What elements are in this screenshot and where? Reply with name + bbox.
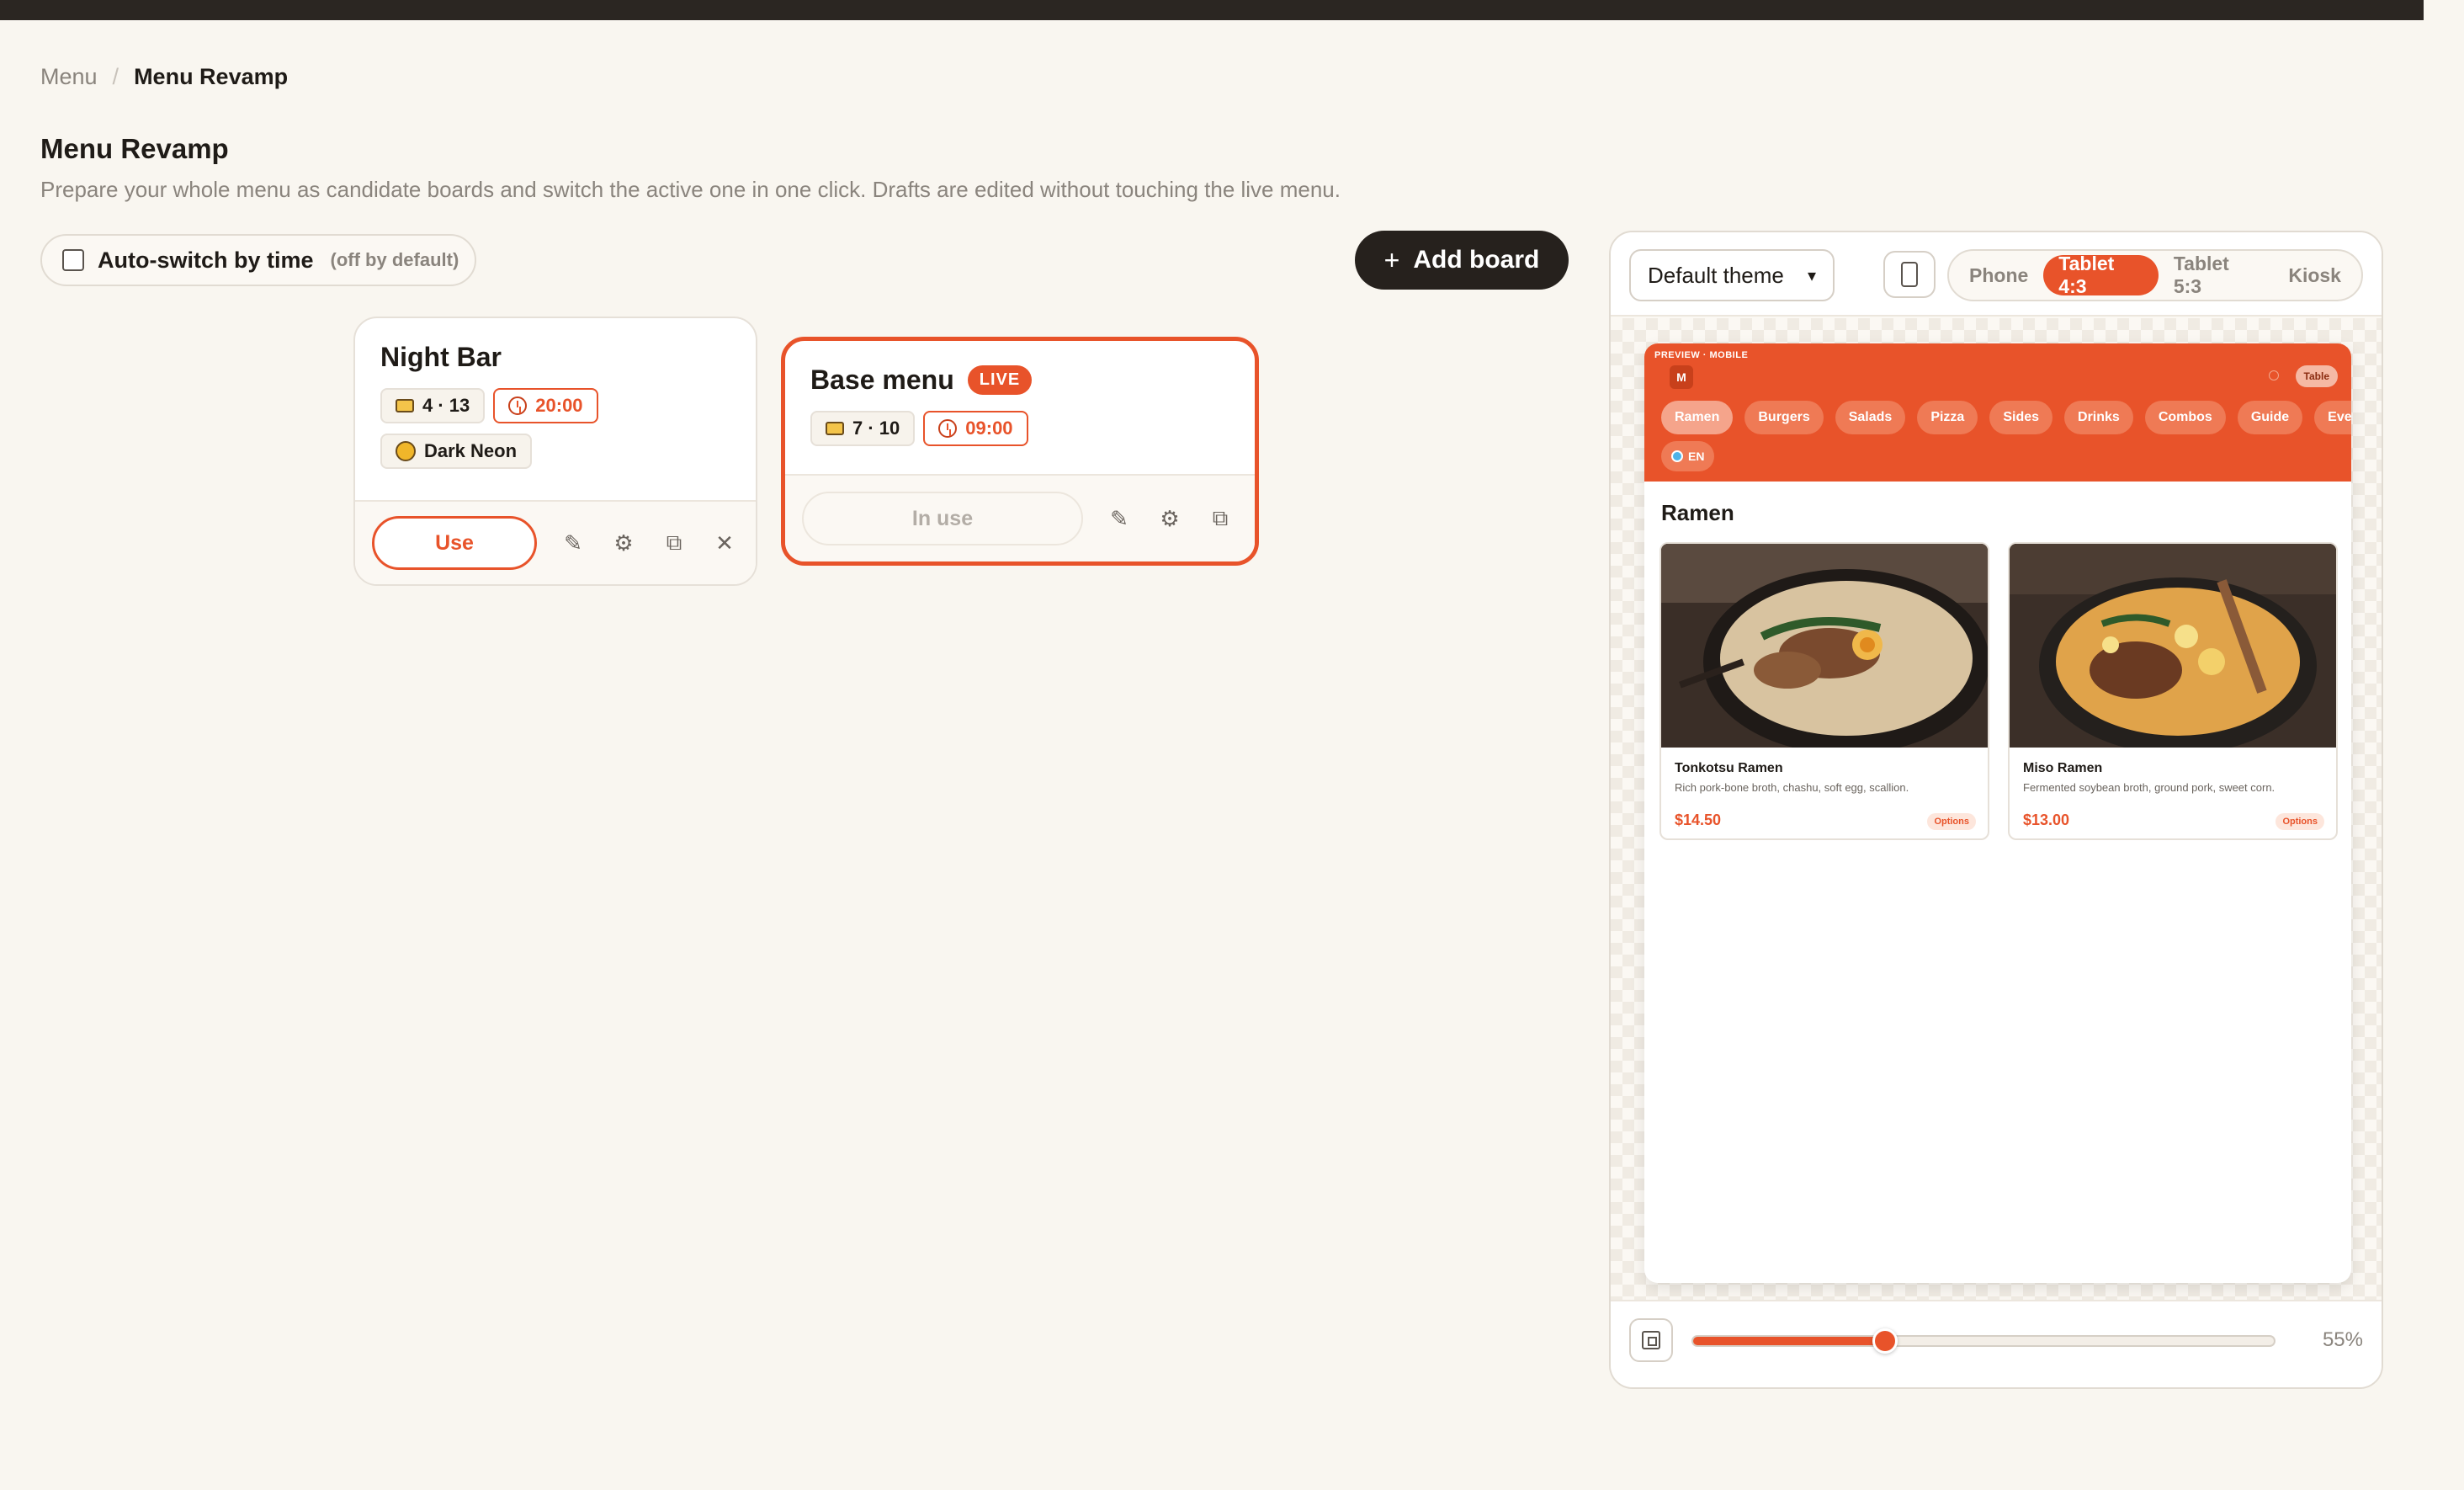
add-board-label: Add board bbox=[1413, 246, 1540, 274]
table-badge[interactable]: Table bbox=[2295, 365, 2338, 387]
section-title: Ramen bbox=[1661, 500, 1734, 525]
folder-icon bbox=[826, 422, 844, 435]
globe-icon bbox=[1671, 450, 1683, 462]
board-time-chip[interactable]: 09:00 bbox=[923, 411, 1028, 446]
dish-photo bbox=[2010, 544, 2336, 748]
breadcrumb: Menu / Menu Revamp bbox=[40, 64, 288, 90]
device-segmented-control: Phone Tablet 4:3 Tablet 5:3 Kiosk bbox=[1947, 249, 2363, 301]
dish-name: Tonkotsu Ramen bbox=[1675, 761, 1783, 775]
options-badge[interactable]: Options bbox=[2275, 813, 2324, 830]
category-tabs: Ramen Burgers Salads Pizza Sides Drinks … bbox=[1661, 401, 2351, 434]
status-dot-icon bbox=[2269, 370, 2279, 380]
fit-to-screen-button[interactable] bbox=[1629, 1318, 1673, 1362]
zoom-slider-fill bbox=[1693, 1337, 1885, 1345]
preview-canvas: PREVIEW · MOBILE M Table Ramen Burgers S… bbox=[1611, 318, 2382, 1301]
rotate-device-button[interactable] bbox=[1883, 251, 1936, 298]
edit-icon[interactable]: ✎ bbox=[559, 529, 587, 557]
board-time: 09:00 bbox=[965, 418, 1013, 439]
theme-select-value: Default theme bbox=[1648, 262, 1784, 288]
close-icon[interactable]: ✕ bbox=[710, 529, 739, 557]
board-time: 20:00 bbox=[535, 395, 583, 416]
board-range: 7 · 10 bbox=[852, 418, 900, 439]
category-tab-drinks[interactable]: Drinks bbox=[2064, 401, 2133, 434]
dish-card[interactable]: Tonkotsu Ramen Rich pork-bone broth, cha… bbox=[1659, 542, 1989, 840]
zoom-slider-thumb[interactable] bbox=[1872, 1328, 1898, 1354]
auto-switch-toggle[interactable]: Auto-switch by time (off by default) bbox=[40, 234, 476, 286]
category-tab-ramen[interactable]: Ramen bbox=[1661, 401, 1734, 434]
device-tab-tablet-4-3[interactable]: Tablet 4:3 bbox=[2043, 253, 2159, 297]
board-card-night-bar[interactable]: Night Bar 4 · 13 20:00 Dark Neon Use ✎ ⚙… bbox=[353, 317, 757, 586]
board-name-row: Base menu LIVE bbox=[810, 365, 1229, 396]
auto-switch-hint: (off by default) bbox=[330, 249, 459, 270]
dish-photo bbox=[1661, 544, 1988, 748]
category-tab-events[interactable]: Events bbox=[2314, 401, 2351, 434]
duplicate-icon[interactable]: ⧉ bbox=[660, 529, 688, 557]
clock-icon bbox=[938, 419, 958, 438]
board-range-chip: 4 · 13 bbox=[380, 388, 486, 423]
clock-icon bbox=[508, 396, 528, 415]
page-subtitle: Prepare your whole menu as candidate boa… bbox=[40, 177, 1341, 202]
use-board-button[interactable]: Use bbox=[372, 516, 537, 570]
board-name: Night Bar bbox=[380, 342, 502, 372]
language-label: EN bbox=[1688, 450, 1705, 463]
page-title: Menu Revamp bbox=[40, 133, 229, 164]
preview-footer: 55% bbox=[1611, 1300, 2382, 1387]
board-theme: Dark Neon bbox=[424, 440, 518, 461]
board-range: 4 · 13 bbox=[422, 395, 470, 416]
theme-select[interactable]: Default theme ▾ bbox=[1629, 249, 1835, 301]
dish-description: Fermented soybean broth, ground pork, sw… bbox=[2023, 781, 2275, 794]
board-range-chip: 7 · 10 bbox=[810, 411, 916, 446]
preview-panel: Default theme ▾ Phone Tablet 4:3 Tablet … bbox=[1609, 231, 2383, 1389]
chevron-down-icon: ▾ bbox=[1807, 266, 1816, 285]
board-time-chip[interactable]: 20:00 bbox=[493, 388, 598, 423]
category-tab-salads[interactable]: Salads bbox=[1835, 401, 1906, 434]
category-tab-sides[interactable]: Sides bbox=[1989, 401, 2053, 434]
device-icon bbox=[1901, 262, 1918, 287]
preview-eyebrow: PREVIEW · MOBILE bbox=[1654, 350, 1749, 360]
breadcrumb-current: Menu Revamp bbox=[134, 64, 289, 89]
options-badge[interactable]: Options bbox=[1927, 813, 1976, 830]
preview-toolbar: Default theme ▾ Phone Tablet 4:3 Tablet … bbox=[1611, 232, 2382, 317]
duplicate-icon[interactable]: ⧉ bbox=[1206, 504, 1235, 533]
board-card-base-menu[interactable]: Base menu LIVE 7 · 10 09:00 In use ✎ ⚙ ⧉ bbox=[781, 337, 1259, 566]
board-name: Base menu bbox=[810, 365, 954, 395]
breadcrumb-menu-link[interactable]: Menu bbox=[40, 64, 98, 90]
palette-icon bbox=[396, 441, 416, 461]
dish-description: Rich pork-bone broth, chashu, soft egg, … bbox=[1675, 781, 1909, 794]
device-tab-tablet-5-3[interactable]: Tablet 5:3 bbox=[2159, 253, 2274, 297]
category-tab-burgers[interactable]: Burgers bbox=[1744, 401, 1824, 434]
category-tab-combos[interactable]: Combos bbox=[2144, 401, 2226, 434]
plus-icon: + bbox=[1383, 244, 1400, 275]
gear-icon[interactable]: ⚙ bbox=[1155, 504, 1184, 533]
auto-switch-checkbox[interactable] bbox=[62, 249, 84, 271]
category-tab-guide[interactable]: Guide bbox=[2237, 401, 2303, 434]
device-tab-kiosk[interactable]: Kiosk bbox=[2273, 255, 2356, 295]
device-screen: PREVIEW · MOBILE M Table Ramen Burgers S… bbox=[1644, 343, 2351, 1283]
folder-icon bbox=[396, 399, 414, 412]
dish-price: $14.50 bbox=[1675, 812, 1722, 828]
zoom-slider[interactable] bbox=[1691, 1328, 2275, 1354]
device-tab-phone[interactable]: Phone bbox=[1954, 255, 2043, 295]
breadcrumb-separator: / bbox=[112, 64, 119, 89]
dish-card[interactable]: Miso Ramen Fermented soybean broth, grou… bbox=[2008, 542, 2338, 840]
brand-logo: M bbox=[1670, 365, 1693, 389]
language-button[interactable]: EN bbox=[1661, 441, 1715, 471]
in-use-button: In use bbox=[802, 492, 1083, 545]
add-board-button[interactable]: + Add board bbox=[1355, 231, 1569, 290]
auto-switch-label: Auto-switch by time bbox=[98, 247, 314, 273]
edit-icon[interactable]: ✎ bbox=[1105, 504, 1134, 533]
dish-name: Miso Ramen bbox=[2023, 761, 2103, 775]
category-tab-pizza[interactable]: Pizza bbox=[1917, 401, 1978, 434]
zoom-label: 55% bbox=[2322, 1328, 2363, 1351]
top-bar bbox=[0, 0, 2424, 20]
dish-price: $13.00 bbox=[2023, 812, 2070, 828]
gear-icon[interactable]: ⚙ bbox=[609, 529, 638, 557]
live-badge: LIVE bbox=[967, 365, 1033, 395]
menu-header: PREVIEW · MOBILE M Table Ramen Burgers S… bbox=[1644, 343, 2351, 482]
fit-screen-icon bbox=[1642, 1331, 1660, 1349]
board-theme-chip: Dark Neon bbox=[380, 434, 533, 469]
